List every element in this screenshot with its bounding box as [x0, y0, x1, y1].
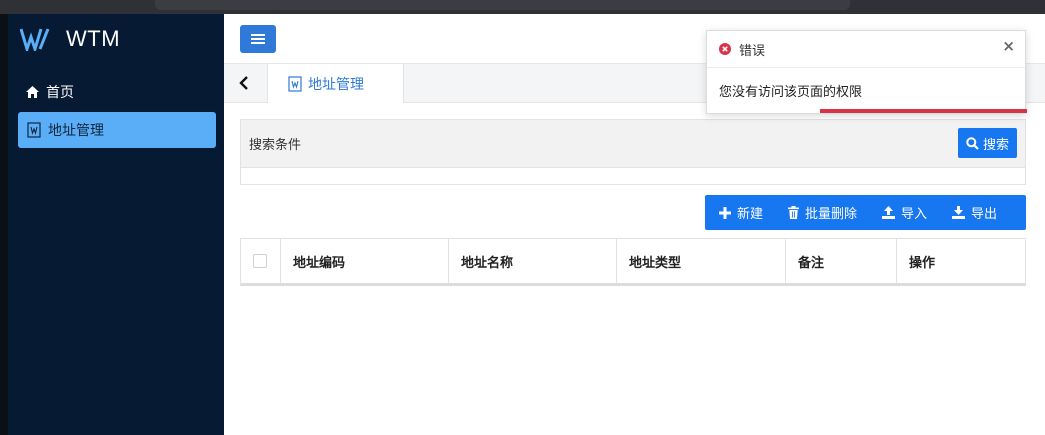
search-button-label: 搜索	[982, 137, 1009, 153]
sidebar-item-address-management[interactable]: 地址管理	[18, 112, 216, 148]
plus-icon	[719, 206, 731, 219]
sidebar-item-label: 首页	[46, 85, 74, 101]
search-panel-title: 搜索条件	[249, 138, 302, 153]
sidebar: WTM 首页 地址管理	[0, 14, 224, 435]
import-label: 导入	[901, 207, 928, 222]
new-button[interactable]: 新建	[705, 203, 774, 222]
search-button[interactable]: 搜索	[957, 128, 1017, 158]
toast-timer-bar	[820, 109, 1027, 113]
chevron-left-icon	[239, 76, 248, 90]
hamburger-icon	[251, 34, 265, 44]
select-all-cell	[241, 239, 281, 283]
search-panel: 搜索条件 搜索	[240, 119, 1026, 185]
select-all-checkbox[interactable]	[253, 254, 267, 268]
close-icon[interactable]: ×	[1002, 37, 1015, 55]
download-icon	[952, 206, 966, 219]
search-icon	[966, 136, 979, 150]
import-button[interactable]: 导入	[868, 203, 938, 222]
tab-label: 地址管理	[308, 76, 364, 93]
column-header[interactable]: 地址编码	[281, 239, 449, 283]
data-table-header: 地址编码 地址名称 地址类型 备注 操作	[240, 238, 1026, 286]
window-edge	[0, 14, 8, 435]
action-toolbar: 新建 批量删除 导入 导出	[705, 195, 1026, 230]
app-icon	[26, 122, 42, 138]
column-header[interactable]: 地址名称	[449, 239, 617, 283]
sidebar-item-home[interactable]: 首页	[18, 74, 216, 110]
toast-message: 您没有访问该页面的权限	[719, 85, 863, 100]
toast-header: 错误	[707, 31, 1025, 68]
tab-address-management[interactable]: 地址管理	[267, 64, 404, 103]
brand-name: WTM	[66, 26, 121, 51]
error-toast: 错误 × 您没有访问该页面的权限	[706, 30, 1027, 114]
app-icon	[288, 75, 302, 92]
batch-delete-label: 批量删除	[805, 207, 858, 222]
export-label: 导出	[971, 207, 998, 222]
trash-icon	[788, 206, 800, 219]
column-header[interactable]: 备注	[786, 239, 897, 283]
logo-icon	[20, 28, 50, 51]
tab-scroll-left-button[interactable]	[232, 73, 256, 93]
column-header[interactable]: 操作	[897, 239, 1025, 283]
export-button[interactable]: 导出	[938, 203, 1008, 222]
batch-delete-button[interactable]: 批量删除	[774, 203, 868, 222]
new-button-label: 新建	[737, 207, 764, 222]
brand: WTM	[20, 26, 120, 52]
column-header[interactable]: 地址类型	[617, 239, 786, 283]
upload-icon	[882, 206, 896, 219]
search-panel-header[interactable]: 搜索条件	[241, 120, 1025, 168]
browser-chrome	[0, 0, 1045, 14]
menu-toggle-button[interactable]	[240, 25, 276, 53]
error-icon	[719, 43, 731, 55]
address-bar[interactable]	[155, 0, 850, 10]
sidebar-item-label: 地址管理	[48, 123, 104, 139]
toast-title: 错误	[739, 43, 766, 59]
home-icon	[24, 84, 40, 100]
